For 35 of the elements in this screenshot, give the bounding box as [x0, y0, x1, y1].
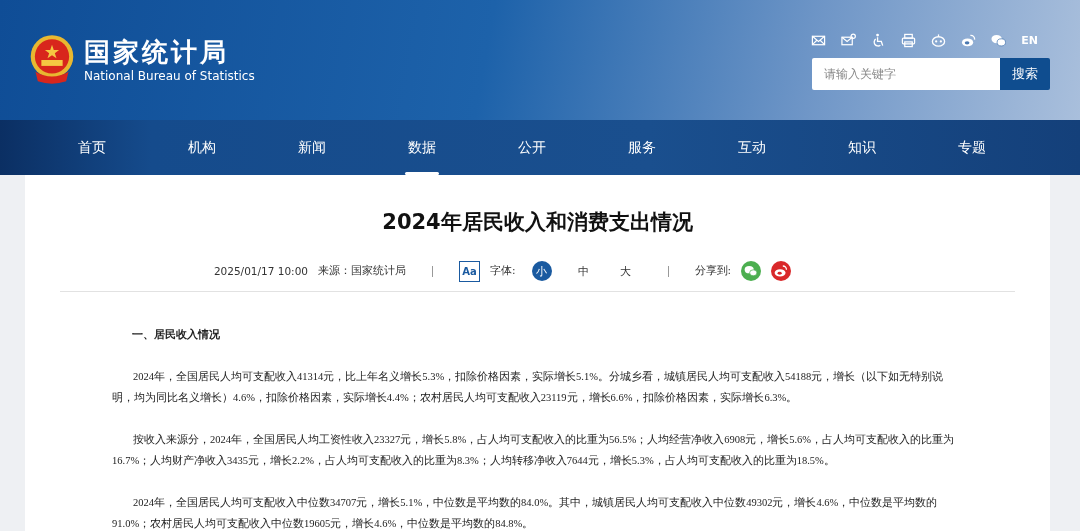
font-size-option[interactable]: 中 — [573, 261, 594, 281]
nav-item[interactable]: 机构 — [147, 120, 257, 175]
paragraph: 按收入来源分，2024年，全国居民人均工资性收入23327元，增长5.8%，占人均可支配收入的比重为56.5%；人均经营净收入6908元，增长5.6%，占人均可支配收入的比重为16.7%；人均财产净收入3435元，增长2.2%，占人均可支配收入的比重为8.3%；人均转移净收入7644元，增长5.3%，占人均可支配收入的比重为18.5%。 — [112, 433, 956, 468]
search-button[interactable]: 搜索 — [1000, 58, 1050, 90]
share-label: 分享到: — [694, 264, 732, 278]
nav-item[interactable]: 互动 — [697, 120, 807, 175]
font-label: 字体: — [490, 264, 516, 278]
source-label: 来源：国家统计局 — [318, 264, 406, 278]
nav-item[interactable]: 新闻 — [257, 120, 367, 175]
search-field[interactable]: 请输入关键字 — [812, 58, 1000, 90]
mail-icon[interactable] — [811, 33, 827, 48]
robot-icon[interactable] — [931, 33, 947, 48]
article-title: 2024年居民收入和消费支出情况 — [381, 209, 694, 236]
print-icon[interactable] — [901, 33, 917, 48]
weibo-icon[interactable] — [961, 33, 977, 48]
nav-item[interactable]: 首页 — [37, 120, 147, 175]
wechat-share-icon[interactable] — [741, 261, 762, 281]
wechat-icon[interactable] — [991, 33, 1007, 48]
publish-date: 2025/01/17 10:00 — [213, 265, 308, 277]
mail-settings-icon[interactable] — [841, 33, 857, 48]
emblem-icon — [28, 34, 76, 86]
site-subtitle: National Bureau of Statistics — [84, 68, 255, 84]
section-heading: 一、居民收入情况 — [132, 327, 221, 342]
font-button[interactable]: Aa — [459, 260, 480, 282]
font-size-option[interactable]: 大 — [615, 261, 636, 281]
nav-item[interactable]: 公开 — [477, 120, 587, 175]
nav-item[interactable]: 知识 — [807, 120, 917, 175]
paragraph: 2024年，全国居民人均可支配收入41314元，比上年名义增长5.3%，扣除价格因素，实际增长5.1%。分城乡看，城镇居民人均可支配收入54188元，增长（以下如无特别说明，均为同比名义增长）4.6%，扣除价格因素，实际增长4.4%；农村居民人均可支配收入23119元，增长6.6%，扣除价格因素，实际增长6.3%。 — [112, 369, 945, 405]
paragraph: 2024年，全国居民人均可支配收入中位数34707元，增长5.1%，中位数是平均数的84.0%。其中，城镇居民人均可支配收入中位数49302元，增长4.6%，中位数是平均数的91.0%；农村居民人均可支配收入中位数19605元，增长4.6%，中位数是平均数的84.8%。 — [112, 496, 939, 531]
nav-item[interactable]: 数据 — [367, 120, 477, 175]
nav-item[interactable]: 服务 — [587, 120, 697, 175]
nav-item[interactable]: 专题 — [917, 120, 1027, 175]
site-title: 国家统计局 — [84, 36, 230, 68]
weibo-share-icon[interactable] — [771, 261, 792, 281]
font-size-option[interactable]: 小 — [531, 261, 552, 281]
